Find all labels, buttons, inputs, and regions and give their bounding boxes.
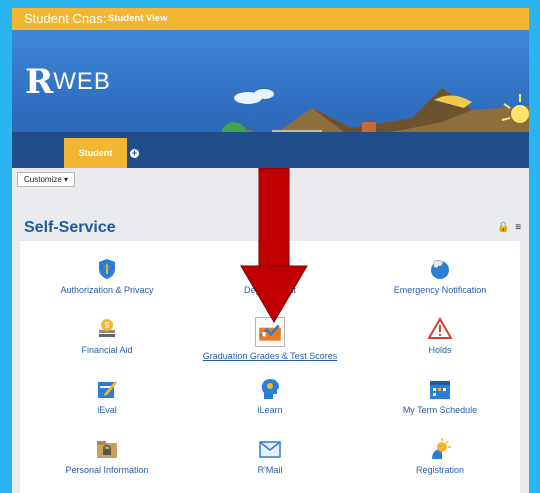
tile-ieval[interactable]: iEval — [12, 377, 202, 415]
registration-sun-icon — [432, 438, 451, 459]
lock-icon[interactable]: 🔒 — [497, 222, 509, 233]
customize-button[interactable]: Customize ▾ — [17, 172, 76, 187]
menu-icon[interactable]: ≡ — [515, 222, 521, 233]
add-tab-icon[interactable]: + — [130, 149, 139, 158]
shield-icon — [99, 259, 115, 279]
lock-file-icon — [97, 441, 117, 458]
red-down-arrow — [240, 168, 308, 323]
rweb-logo[interactable]: RWEB — [25, 62, 111, 102]
money-icon: $ — [99, 319, 115, 337]
mail-icon — [259, 441, 281, 458]
tile-authorization-privacy[interactable]: Authorization & Privacy — [12, 257, 202, 295]
portal-title: Student Cnas: — [24, 11, 107, 26]
tile-rmail[interactable]: R'Mail — [175, 437, 365, 475]
tile-emergency-notification[interactable]: Emergency Notification — [345, 257, 529, 295]
emergency-phone-icon — [431, 260, 449, 279]
top-bar: Student Cnas: Student View — [12, 8, 529, 30]
tile-my-term-schedule[interactable]: My Term Schedule — [345, 377, 529, 415]
svg-text:$: $ — [105, 321, 110, 330]
calendar-icon — [430, 381, 450, 399]
warning-icon — [428, 317, 452, 339]
section-title: Self-Service — [24, 219, 116, 236]
ilearn-head-icon — [261, 379, 279, 399]
tile-ilearn[interactable]: iLearn — [175, 377, 365, 415]
rweb-portal: Student Cnas: Student View RWEB Student — [12, 8, 529, 493]
section-controls: 🔒 ≡ — [497, 222, 521, 233]
view-mode: Student View — [108, 13, 168, 24]
tile-holds[interactable]: Holds — [345, 317, 529, 355]
evaluation-icon — [98, 381, 117, 398]
tile-registration[interactable]: Registration — [345, 437, 529, 475]
tile-personal-information[interactable]: Personal Information — [12, 437, 202, 475]
tab-bar: Student + — [12, 132, 529, 168]
tab-student[interactable]: Student — [64, 138, 127, 168]
tile-financial-aid[interactable]: $ Financial Aid — [12, 317, 202, 355]
